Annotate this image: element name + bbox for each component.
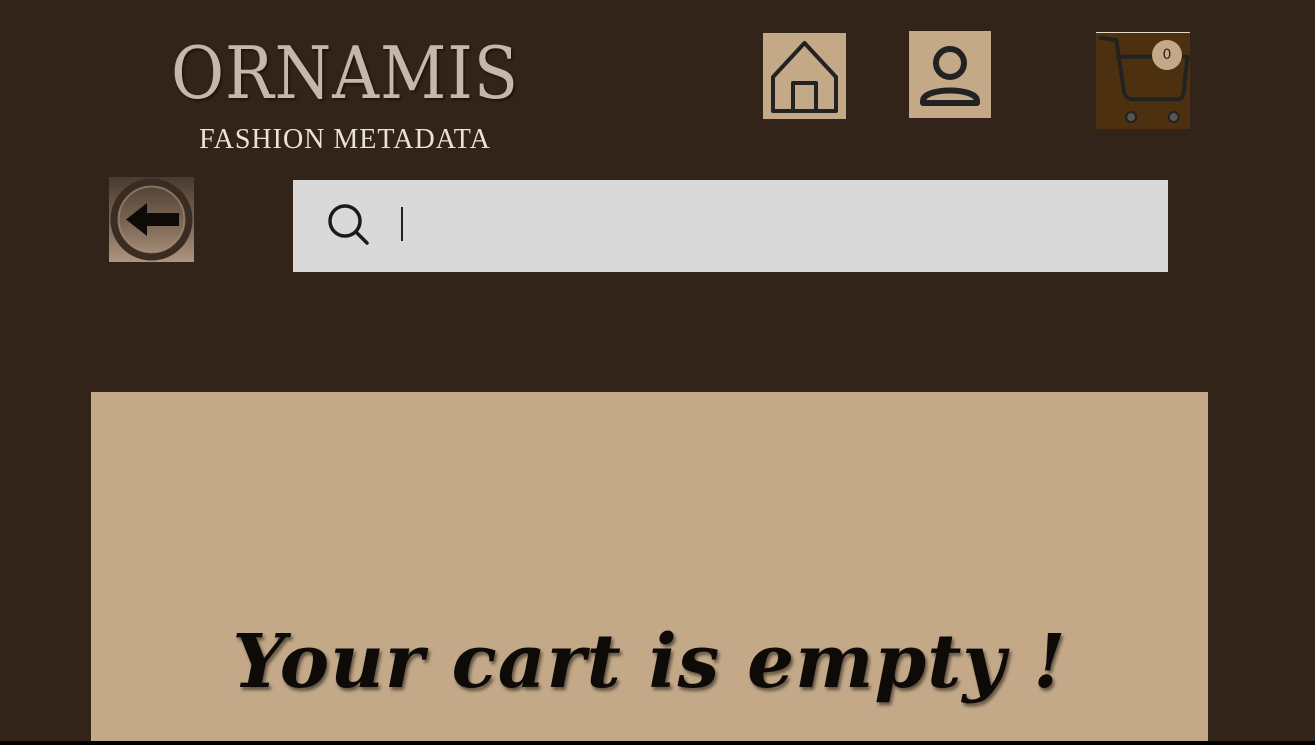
cart-button[interactable]: 0 <box>1096 32 1190 129</box>
cart-count-badge: 0 <box>1152 40 1182 70</box>
cart-panel: Your cart is empty ! <box>91 392 1208 745</box>
search-icon[interactable] <box>326 202 370 246</box>
empty-cart-message: Your cart is empty ! <box>232 619 1067 705</box>
text-cursor <box>401 207 403 241</box>
home-icon <box>771 41 838 113</box>
bottom-divider <box>0 741 1315 745</box>
arrow-left-circle-icon <box>110 178 193 261</box>
user-icon <box>920 46 980 106</box>
brand-name: ORNAMIS <box>170 31 520 115</box>
brand-subtitle: FASHION METADATA <box>199 124 491 155</box>
search-input[interactable] <box>395 190 1159 260</box>
profile-button[interactable] <box>909 31 991 118</box>
home-button[interactable] <box>763 33 846 119</box>
back-button[interactable] <box>109 177 194 262</box>
brand-logo[interactable]: ORNAMIS FASHION METADATA <box>140 28 550 156</box>
